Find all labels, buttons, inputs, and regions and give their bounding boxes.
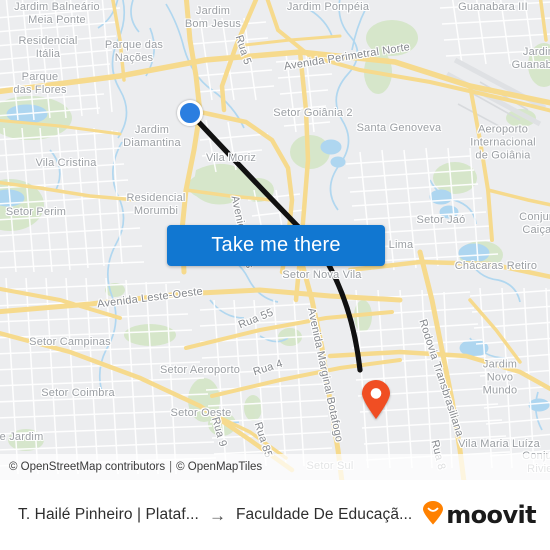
moovit-logo[interactable]: moovit [422,500,537,530]
origin-station-name[interactable]: T. Hailé Pinheiro | Plataf... [18,506,199,524]
origin-marker-dot[interactable] [177,100,203,126]
attribution-openmaptiles[interactable]: © OpenMapTiles [176,461,262,473]
take-me-there-button[interactable]: Take me there [167,225,385,266]
moovit-trip-preview: Jardim Balneário Meia Ponte Jardim Pompéi… [0,0,550,550]
attribution-osm[interactable]: © OpenStreetMap contributors [9,461,165,473]
moovit-pin-icon [422,500,444,530]
route-summary: T. Hailé Pinheiro | Plataf... → Faculdad… [18,506,416,524]
attribution-separator: | [169,461,173,473]
map-canvas[interactable]: Jardim Balneário Meia Ponte Jardim Pompéi… [0,0,550,480]
map-attribution: © OpenStreetMap contributors | © OpenMap… [0,454,550,480]
arrow-right-icon: → [208,505,226,525]
destination-place-name[interactable]: Faculdade De Educaçã... [236,506,412,524]
moovit-wordmark: moovit [446,501,536,529]
trip-footer-bar: T. Hailé Pinheiro | Plataf... → Faculdad… [0,480,550,550]
